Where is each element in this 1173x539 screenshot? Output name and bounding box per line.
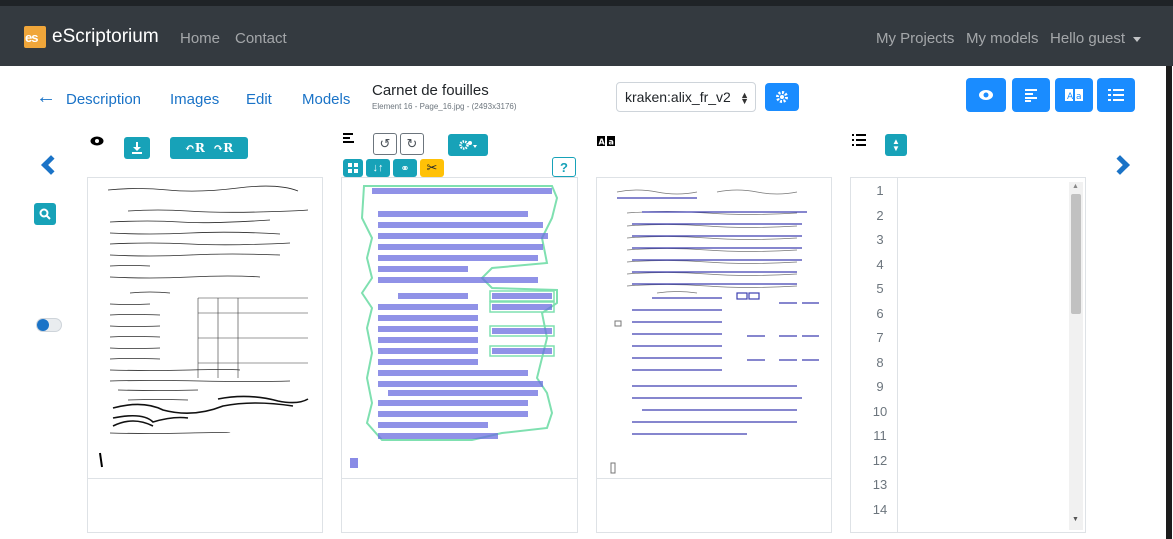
- line-number[interactable]: 3: [870, 232, 890, 247]
- rotate-left-icon[interactable]: ↶R: [185, 141, 205, 155]
- transcription-panel[interactable]: [596, 177, 832, 533]
- sort-arrows-icon: ▲ ▼: [892, 137, 900, 153]
- toggle-source-view-button[interactable]: [966, 78, 1006, 112]
- toggle-switch[interactable]: [36, 318, 62, 332]
- select-arrows-icon: ▲ ▼: [740, 90, 749, 106]
- brand[interactable]: es eScriptorium: [24, 26, 159, 48]
- line-number[interactable]: 1: [870, 183, 890, 198]
- svg-text:a: a: [609, 138, 614, 147]
- gear-icon: [776, 91, 788, 103]
- panel-divider: [342, 478, 577, 479]
- eye-icon: [979, 90, 993, 100]
- rotate-buttons[interactable]: ↶R ↷R: [170, 137, 248, 159]
- nav-my-projects[interactable]: My Projects: [876, 30, 954, 47]
- link-icon: ⚭: [400, 162, 410, 175]
- manuscript-image: [88, 178, 322, 478]
- previous-page-icon[interactable]: [41, 155, 61, 175]
- toggle-regions-button[interactable]: [343, 159, 363, 177]
- source-image-panel[interactable]: [87, 177, 323, 533]
- model-settings-button[interactable]: [765, 83, 799, 111]
- line-number[interactable]: 14: [870, 502, 890, 517]
- sort-icon: ↓↑: [372, 162, 384, 174]
- user-menu-label: Hello guest: [1050, 30, 1126, 47]
- document-title: Carnet de fouilles: [372, 82, 489, 99]
- sort-lines-button[interactable]: ▲ ▼: [885, 134, 907, 156]
- nav-contact[interactable]: Contact: [235, 30, 287, 47]
- redo-button[interactable]: ↻: [400, 133, 424, 155]
- scroll-down-icon[interactable]: ▼: [1072, 516, 1079, 523]
- panel-divider: [88, 478, 322, 479]
- next-page-icon[interactable]: [1110, 155, 1130, 175]
- nav-my-models[interactable]: My models: [966, 30, 1039, 47]
- line-number[interactable]: 4: [870, 257, 890, 272]
- brand-logo: es: [24, 26, 46, 48]
- undo-button[interactable]: ↺: [373, 133, 397, 155]
- line-list-panel-icon: [852, 133, 866, 150]
- download-icon: [132, 142, 142, 154]
- segmentation-panel[interactable]: [341, 177, 578, 533]
- scissors-icon: ✂: [426, 160, 438, 175]
- line-number[interactable]: 10: [870, 404, 890, 419]
- undo-icon: ↺: [379, 136, 391, 151]
- nav-home[interactable]: Home: [180, 30, 220, 47]
- segmentation-icon: [1025, 89, 1037, 102]
- tab-edit[interactable]: Edit: [246, 91, 272, 108]
- gears-icon: [459, 140, 477, 150]
- toggle-transcription-view-button[interactable]: Aa: [1055, 78, 1093, 112]
- zoom-icon: [39, 208, 51, 220]
- zoom-button[interactable]: [34, 203, 56, 225]
- link-button[interactable]: ⚭: [393, 159, 417, 177]
- transcription-canvas: [597, 178, 831, 478]
- tab-images[interactable]: Images: [170, 91, 219, 108]
- svg-text:A: A: [1067, 92, 1074, 101]
- toggle-knob: [37, 319, 49, 331]
- redo-icon: ↻: [406, 136, 418, 151]
- line-number-gutter: [897, 178, 898, 532]
- window-edge: [1166, 66, 1172, 539]
- rotate-right-icon[interactable]: ↷R: [213, 141, 233, 155]
- line-number[interactable]: 7: [870, 330, 890, 345]
- download-image-button[interactable]: [124, 137, 150, 159]
- segmentation-panel-icon: [343, 133, 355, 148]
- source-panel-eye-icon: [90, 134, 104, 149]
- segmentation-settings-button[interactable]: [448, 134, 488, 156]
- user-menu[interactable]: Hello guest: [1050, 30, 1142, 47]
- line-number[interactable]: 8: [870, 355, 890, 370]
- model-select[interactable]: kraken:alix_fr_v2 ▲ ▼: [616, 82, 756, 112]
- caret-down-icon: [1133, 36, 1142, 42]
- line-number[interactable]: 5: [870, 281, 890, 296]
- grid-icon: [348, 163, 358, 173]
- tab-models[interactable]: Models: [302, 91, 350, 108]
- line-number[interactable]: 9: [870, 379, 890, 394]
- scroll-up-icon[interactable]: ▲: [1072, 183, 1079, 190]
- toggle-line-list-view-button[interactable]: [1097, 78, 1135, 112]
- svg-text:a: a: [1076, 92, 1082, 101]
- panel-divider: [597, 478, 831, 479]
- help-button[interactable]: ?: [552, 157, 576, 177]
- toggle-segmentation-view-button[interactable]: [1012, 78, 1050, 112]
- line-list-scroll-thumb[interactable]: [1071, 194, 1081, 314]
- back-arrow-icon[interactable]: ←: [36, 86, 56, 109]
- reorder-button[interactable]: ↓↑: [366, 159, 390, 177]
- line-number[interactable]: 12: [870, 453, 890, 468]
- model-select-value: kraken:alix_fr_v2: [625, 89, 731, 105]
- transcription-panel-icon: Aa: [597, 134, 615, 149]
- tab-description[interactable]: Description: [66, 91, 141, 108]
- line-number[interactable]: 6: [870, 306, 890, 321]
- cut-button[interactable]: ✂: [420, 159, 444, 177]
- segmentation-canvas: [342, 178, 577, 478]
- svg-text:A: A: [599, 138, 606, 147]
- help-icon: ?: [560, 159, 568, 175]
- line-list-icon: [1108, 89, 1124, 101]
- document-subtitle: Element 16 - Page_16.jpg - (2493x3176): [372, 102, 517, 111]
- line-number[interactable]: 11: [870, 428, 890, 443]
- line-number[interactable]: 13: [870, 477, 890, 492]
- line-number[interactable]: 2: [870, 208, 890, 223]
- transcription-icon: Aa: [1065, 89, 1083, 101]
- brand-name: eScriptorium: [52, 26, 159, 47]
